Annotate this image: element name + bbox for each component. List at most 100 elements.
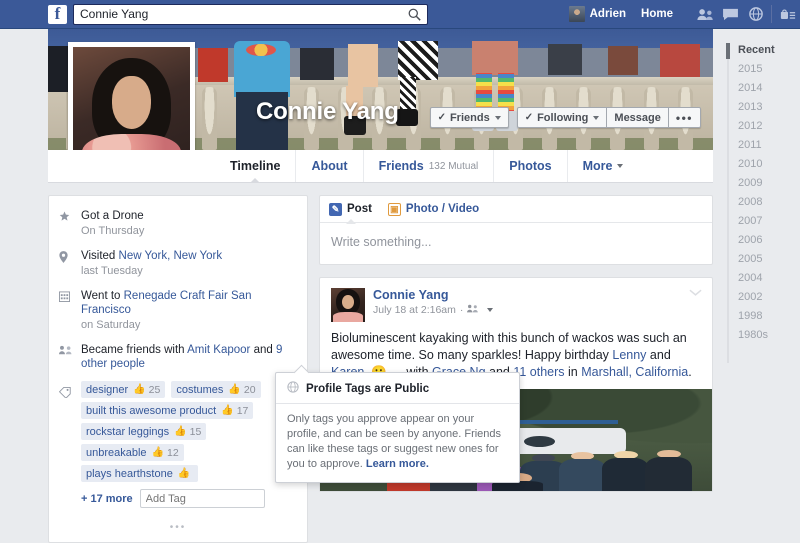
- timeline-year-navigation: Recent 2015 2014 2013 2012 2011 2010 200…: [713, 29, 800, 502]
- tab-photos[interactable]: Photos: [493, 150, 566, 182]
- button-group: ✓ Following Message •••: [516, 107, 701, 128]
- tab-friends[interactable]: Friends 132 Mutual: [362, 150, 494, 182]
- year-item-2012[interactable]: 2012: [727, 117, 800, 136]
- search-bar[interactable]: [73, 3, 428, 25]
- year-item-recent[interactable]: Recent: [727, 41, 800, 60]
- year-item-2008[interactable]: 2008: [727, 193, 800, 212]
- composer-tab-post[interactable]: ✎ Post: [329, 202, 372, 224]
- life-event-friends[interactable]: Became friends with Amit Kapoor and 9 ot…: [49, 338, 307, 377]
- life-event-prefix: Went to: [81, 290, 124, 302]
- tab-friends-label: Friends: [378, 159, 424, 173]
- chevron-down-icon: [617, 164, 624, 168]
- life-event-visited[interactable]: Visited New York, New York last Tuesday: [49, 244, 307, 284]
- avatar: [568, 6, 585, 22]
- year-item-2014[interactable]: 2014: [727, 79, 800, 98]
- tag-chip[interactable]: plays hearthstone 👍: [81, 465, 199, 482]
- post-link-others[interactable]: 11 others: [513, 365, 564, 379]
- life-event-text: Became friends with Amit Kapoor and 9 ot…: [81, 343, 297, 371]
- tab-friends-mutual-count: 132 Mutual: [428, 160, 479, 172]
- profile-tags-section: designer 👍 25 costumes 👍 20 built this a…: [49, 377, 307, 512]
- friend-requests-icon[interactable]: [693, 0, 718, 29]
- more-tags-link[interactable]: + 17 more: [81, 493, 133, 505]
- tag-label: plays hearthstone: [86, 467, 173, 480]
- life-event-place-link[interactable]: New York, New York: [119, 250, 223, 262]
- tag-chip[interactable]: costumes 👍 20: [171, 381, 261, 398]
- following-button-label: Following: [537, 111, 589, 124]
- tab-more[interactable]: More: [566, 150, 639, 182]
- tag-count: 12: [167, 446, 179, 459]
- more-options-button[interactable]: •••: [668, 107, 701, 128]
- account-link[interactable]: Adrien: [562, 0, 633, 29]
- learn-more-link[interactable]: Learn more.: [366, 458, 429, 470]
- profile-photo[interactable]: [68, 42, 195, 150]
- following-button[interactable]: ✓ Following: [516, 107, 608, 128]
- profile-action-buttons: ✓ Friends ✓ Following Message •••: [429, 107, 701, 128]
- year-item-2010[interactable]: 2010: [727, 155, 800, 174]
- add-tag-input[interactable]: [139, 489, 265, 508]
- life-event-date: On Thursday: [81, 225, 145, 237]
- life-event-text: Got a Drone On Thursday: [81, 209, 144, 238]
- composer-tabs: ✎ Post ▣ Photo / Video: [320, 196, 712, 224]
- year-item-2013[interactable]: 2013: [727, 98, 800, 117]
- tag-chip[interactable]: built this awesome product 👍 17: [81, 402, 254, 419]
- meta-separator: ·: [459, 304, 464, 316]
- friends-button[interactable]: ✓ Friends: [429, 107, 509, 128]
- post-author-name[interactable]: Connie Yang: [373, 288, 493, 302]
- year-item-2007[interactable]: 2007: [727, 212, 800, 231]
- year-item-2005[interactable]: 2005: [727, 250, 800, 269]
- year-item-2015[interactable]: 2015: [727, 60, 800, 79]
- profile-tags-tooltip: Profile Tags are Public Only tags you ap…: [275, 372, 520, 483]
- life-event-conjunction: and: [250, 344, 276, 356]
- tag-more-row: + 17 more: [81, 489, 265, 508]
- tag-chip[interactable]: designer 👍 25: [81, 381, 166, 398]
- year-item-1980s[interactable]: 1980s: [727, 326, 800, 345]
- year-item-2011[interactable]: 2011: [727, 136, 800, 155]
- search-input[interactable]: [74, 4, 401, 24]
- profile-photo-image: [73, 47, 190, 150]
- tag-count: 15: [189, 425, 202, 438]
- post-text-run: and: [646, 348, 671, 362]
- post-timestamp[interactable]: July 18 at 2:16am: [373, 304, 456, 316]
- pencil-icon: ✎: [329, 202, 342, 216]
- privacy-lock-icon[interactable]: [775, 0, 800, 29]
- thumbs-up-icon: 👍: [228, 384, 241, 395]
- tag-label: built this awesome product: [86, 404, 217, 417]
- life-event-person-link[interactable]: Amit Kapoor: [187, 344, 250, 356]
- year-item-2006[interactable]: 2006: [727, 231, 800, 250]
- post-text-run: in: [564, 365, 582, 379]
- year-item-2002[interactable]: 2002: [727, 288, 800, 307]
- tag-chip[interactable]: unbreakable 👍 12: [81, 444, 184, 461]
- home-link[interactable]: Home: [633, 8, 681, 20]
- thumbs-up-icon: 👍: [177, 468, 191, 479]
- messages-icon[interactable]: [718, 0, 743, 29]
- year-item-1998[interactable]: 1998: [727, 307, 800, 326]
- year-item-2004[interactable]: 2004: [727, 269, 800, 288]
- life-event-drone[interactable]: Got a Drone On Thursday: [49, 204, 307, 244]
- chevron-down-icon[interactable]: [487, 308, 494, 312]
- life-event-text: Went to Renegade Craft Fair San Francisc…: [81, 289, 297, 332]
- search-icon[interactable]: [401, 5, 427, 24]
- tag-chip[interactable]: rockstar leggings 👍 15: [81, 423, 207, 440]
- cover-photo[interactable]: Connie Yang ✓ Friends ✓ Following Messag…: [48, 29, 713, 150]
- post-header: Connie Yang July 18 at 2:16am ·: [320, 278, 712, 322]
- notifications-globe-icon[interactable]: [743, 0, 768, 29]
- story-options-chevron-icon[interactable]: [689, 286, 702, 300]
- post-link-location[interactable]: Marshall, California: [581, 365, 688, 379]
- post-link-lenny[interactable]: Lenny: [612, 348, 646, 362]
- tag-icon: [58, 381, 81, 508]
- tab-timeline[interactable]: Timeline: [215, 150, 295, 182]
- post-author-avatar[interactable]: [331, 288, 365, 322]
- life-event-event[interactable]: Went to Renegade Craft Fair San Francisc…: [49, 284, 307, 338]
- composer-input[interactable]: Write something...: [320, 223, 712, 264]
- facebook-logo[interactable]: f: [48, 4, 67, 24]
- chevron-down-icon: [593, 115, 600, 120]
- message-button[interactable]: Message: [607, 107, 669, 128]
- profile-tabs: Timeline About Friends 132 Mutual Photos…: [48, 150, 713, 183]
- location-pin-icon: [59, 249, 81, 278]
- load-more-indicator[interactable]: •••: [49, 512, 307, 542]
- year-item-2009[interactable]: 2009: [727, 174, 800, 193]
- friends-audience-icon[interactable]: [467, 304, 479, 316]
- tab-about[interactable]: About: [295, 150, 362, 182]
- nav-icon-group: [693, 0, 800, 29]
- composer-tab-photo-video[interactable]: ▣ Photo / Video: [387, 202, 479, 216]
